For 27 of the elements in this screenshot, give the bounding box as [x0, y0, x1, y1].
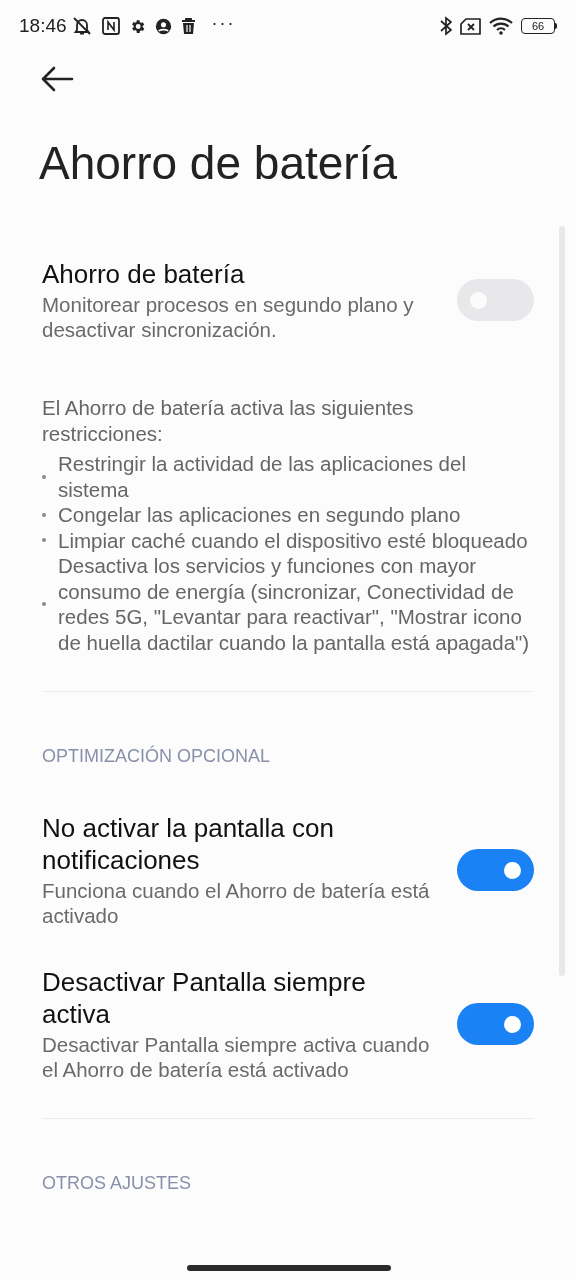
- restriction-item: Desactiva los servicios y funciones con mayor consumo de energía (sincronizar, Conectividad de redes 5G, "Levantar para reactivar", "Mostrar icono de huella dactilar cuando la pantalla está apagada"): [58, 553, 531, 655]
- restrictions-intro: El Ahorro de batería activa las siguientes restricciones:: [42, 395, 415, 447]
- account-icon: [154, 17, 172, 35]
- setting-title: Ahorro de batería: [42, 258, 246, 290]
- trash-icon: [180, 17, 196, 35]
- setting-summary: Desactivar Pantalla siempre activa cuando el Ahorro de batería está activado: [42, 1032, 431, 1082]
- page-title: Ahorro de batería: [39, 140, 398, 186]
- clock: 18:46: [19, 13, 67, 38]
- toggle-switch[interactable]: [457, 849, 534, 891]
- back-arrow-icon[interactable]: [40, 66, 74, 92]
- bluetooth-icon: [440, 16, 452, 36]
- restriction-item: Restringir la actividad de las aplicaciones del sistema: [58, 451, 467, 502]
- muted-bell-icon: [70, 16, 93, 36]
- section-header: OTROS AJUSTES: [42, 1172, 193, 1195]
- nfc-icon: [101, 17, 120, 35]
- setting-summary: Monitorear procesos en segundo plano y desactivar sincronización.: [42, 292, 415, 342]
- restriction-item: Limpiar caché cuando el dispositivo esté bloqueado: [58, 527, 528, 553]
- battery-level: 66: [531, 20, 545, 32]
- no-sim-icon: [460, 17, 481, 35]
- setting-summary: Funciona cuando el Ahorro de batería está activado: [42, 878, 431, 928]
- section-header: OPTIMIZACIÓN OPCIONAL: [42, 744, 272, 768]
- setting-title: No activar la pantalla con notificaciones: [42, 812, 335, 876]
- toggle-switch[interactable]: [457, 1003, 534, 1045]
- restriction-item: Congelar las aplicaciones en segundo plano: [58, 502, 461, 528]
- more-notifications-indicator: ···: [211, 11, 236, 35]
- setting-title: Desactivar Pantalla siempre activa: [42, 966, 367, 1030]
- wifi-icon: [489, 17, 513, 35]
